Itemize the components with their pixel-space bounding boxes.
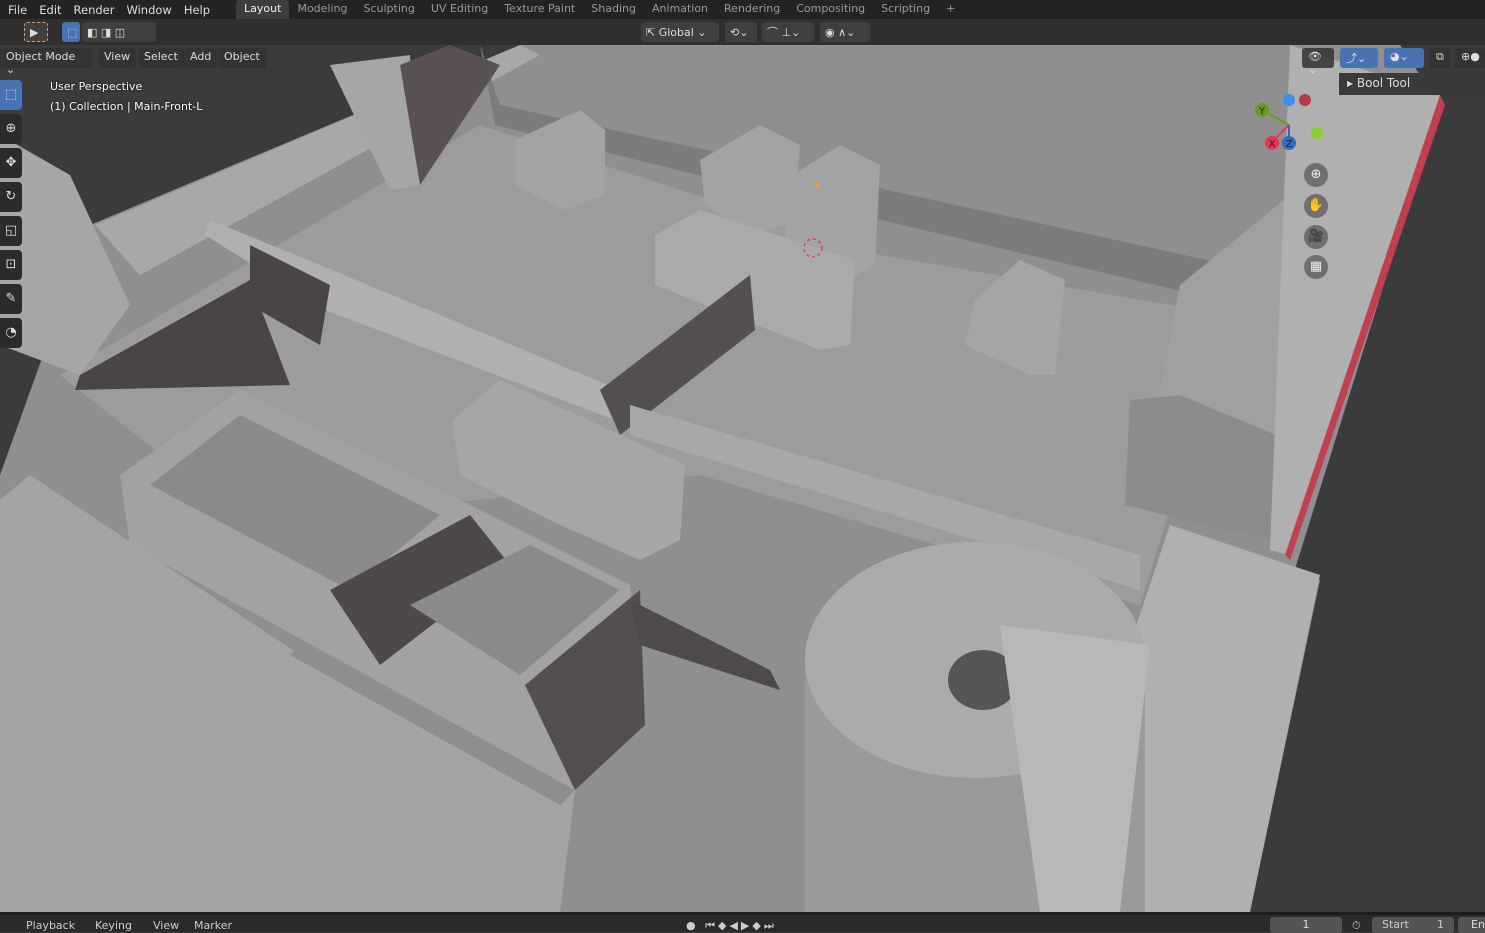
- menu-file[interactable]: File: [4, 3, 35, 17]
- menu-help[interactable]: Help: [180, 3, 218, 17]
- mode-label: Object Mode: [6, 50, 76, 63]
- hand-pan-icon[interactable]: ✋: [1304, 194, 1328, 218]
- cursor-icon[interactable]: ⊕: [0, 114, 22, 144]
- neg-x-axis[interactable]: [1299, 94, 1311, 106]
- start-frame-field[interactable]: Start 1: [1372, 917, 1454, 933]
- tab-layout[interactable]: Layout: [236, 0, 290, 19]
- annotate-icon[interactable]: ✎: [0, 284, 22, 314]
- move-icon[interactable]: ✥: [0, 148, 22, 178]
- grid-ortho-icon[interactable]: ▦: [1304, 255, 1328, 279]
- view-menu[interactable]: View: [98, 48, 137, 68]
- xray-toggle[interactable]: ⧉: [1430, 48, 1450, 68]
- current-frame-field[interactable]: 1: [1270, 917, 1342, 933]
- select-tool-icon[interactable]: ▶: [24, 22, 48, 42]
- select-menu[interactable]: Select: [138, 48, 184, 68]
- proportional-edit-toggle[interactable]: ◉ ∧⌄: [820, 22, 870, 42]
- perspective-label: User Perspective: [50, 80, 143, 93]
- neg-y-axis[interactable]: [1311, 127, 1323, 139]
- gizmo-toggle[interactable]: ⤴⌄: [1340, 48, 1378, 68]
- snap-toggle[interactable]: ⌒ ⊥⌄: [762, 22, 814, 42]
- tool-settings-bar: ▶ ⬚ ◧ ◨ ◫ ⇱ Global ⌄ ⟲⌄ ⌒ ⊥⌄ ◉ ∧⌄: [0, 19, 1485, 45]
- collection-label: (1) Collection | Main-Front-L: [50, 100, 203, 113]
- overlay-toggle[interactable]: ◕⌄: [1384, 48, 1424, 68]
- tab-shading[interactable]: Shading: [583, 0, 644, 19]
- add-menu[interactable]: Add: [184, 48, 218, 68]
- end-frame-field[interactable]: En: [1458, 917, 1485, 933]
- marker-menu[interactable]: Marker: [194, 919, 232, 932]
- tab-scripting[interactable]: Scripting: [873, 0, 938, 19]
- x-axis-label: X: [1269, 139, 1276, 150]
- workspace-tabs: Layout Modeling Sculpting UV Editing Tex…: [236, 0, 963, 19]
- tab-uv-editing[interactable]: UV Editing: [423, 0, 496, 19]
- mode-dropdown[interactable]: Object Mode ⌄: [0, 48, 92, 76]
- select-new-icon[interactable]: ⬚: [62, 22, 80, 42]
- select-box-icon[interactable]: ⬚: [0, 80, 22, 110]
- menu-render[interactable]: Render: [70, 3, 123, 17]
- tab-animation[interactable]: Animation: [644, 0, 716, 19]
- navigation-gizmo[interactable]: Y X Z: [1250, 87, 1330, 157]
- rotate-icon[interactable]: ↻: [0, 182, 22, 212]
- start-value: 1: [1437, 918, 1444, 931]
- scene-render: [0, 45, 1485, 912]
- select-mode-icons[interactable]: ◧ ◨ ◫: [82, 22, 156, 42]
- tab-texture-paint[interactable]: Texture Paint: [496, 0, 583, 19]
- expand-icon: ▸: [1347, 76, 1357, 90]
- neg-z-axis[interactable]: [1283, 94, 1295, 106]
- object-menu[interactable]: Object: [218, 48, 266, 68]
- orientation-icon: ⇱: [646, 25, 659, 39]
- playback-controls[interactable]: ● ⏮◆◀▶◆⏭: [686, 919, 777, 933]
- menu-window[interactable]: Window: [122, 3, 179, 17]
- pivot-dropdown[interactable]: ⟲⌄: [725, 22, 757, 42]
- measure-icon[interactable]: ◔: [0, 318, 22, 348]
- scale-icon[interactable]: ◱: [0, 216, 22, 246]
- tool-shelf: ⬚ ⊕ ✥ ↻ ◱ ⊡ ✎ ◔: [0, 80, 22, 352]
- camera-icon[interactable]: 🎥: [1304, 225, 1328, 249]
- view-menu-timeline[interactable]: View: [153, 919, 179, 932]
- z-axis-label: Z: [1286, 139, 1293, 150]
- 3d-viewport[interactable]: Object Mode ⌄ View Select Add Object Use…: [0, 45, 1485, 912]
- visibility-dropdown[interactable]: 👁⌄: [1302, 48, 1334, 76]
- bool-tool-title: Bool Tool: [1356, 76, 1411, 90]
- keying-menu[interactable]: Keying: [95, 919, 132, 932]
- bool-tool-panel[interactable]: ▸ Bool Tool: [1339, 73, 1485, 95]
- add-workspace-button[interactable]: +: [938, 0, 963, 19]
- orientation-label: Global: [658, 25, 694, 39]
- shading-wireframe[interactable]: ⊕●: [1455, 48, 1485, 68]
- clock-icon[interactable]: ⏱: [1352, 919, 1361, 933]
- y-axis-label: Y: [1258, 106, 1266, 117]
- zoom-icon[interactable]: ⊕: [1304, 163, 1328, 187]
- tab-sculpting[interactable]: Sculpting: [356, 0, 423, 19]
- tab-rendering[interactable]: Rendering: [716, 0, 788, 19]
- orientation-dropdown[interactable]: ⇱ Global ⌄: [641, 22, 719, 42]
- top-bar: File Edit Render Window Help Layout Mode…: [0, 0, 1485, 19]
- tab-compositing[interactable]: Compositing: [788, 0, 873, 19]
- tab-modeling[interactable]: Modeling: [289, 0, 355, 19]
- playback-menu[interactable]: Playback: [26, 919, 75, 932]
- transform-icon[interactable]: ⊡: [0, 250, 22, 280]
- start-label: Start: [1382, 918, 1409, 931]
- menu-edit[interactable]: Edit: [35, 3, 69, 17]
- timeline-bar: Playback Keying View Marker ● ⏮◆◀▶◆⏭ 1 ⏱…: [0, 912, 1485, 933]
- main-menu: File Edit Render Window Help: [0, 3, 218, 17]
